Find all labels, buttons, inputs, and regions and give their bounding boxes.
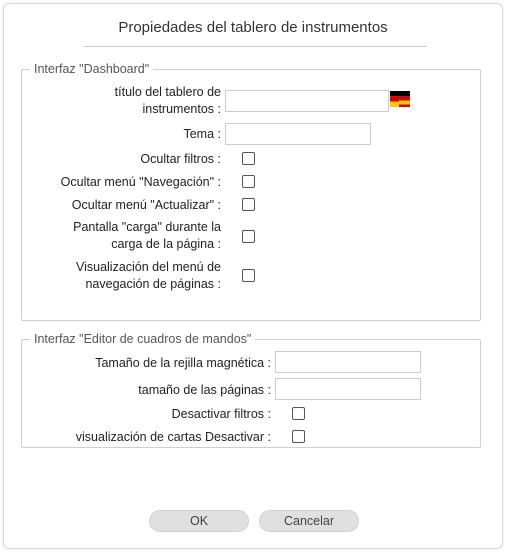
- language-flag-icon[interactable]: [390, 91, 410, 107]
- title-divider: [84, 46, 427, 47]
- page-navigation-menu-label: Visualización del menú de navegación de …: [75, 260, 221, 291]
- disable-filters-checkbox[interactable]: [292, 407, 305, 420]
- loading-screen-checkbox[interactable]: [242, 230, 255, 243]
- theme-input[interactable]: [225, 123, 371, 145]
- editor-interface-legend: Interfaz "Editor de cuadros de mandos": [34, 332, 252, 346]
- hide-filters-checkbox[interactable]: [242, 152, 255, 165]
- dashboard-title-label: título del tablero de instrumentos :: [114, 85, 221, 116]
- disable-charts-label: visualización de cartas Desactivar :: [75, 430, 271, 444]
- page-size-input[interactable]: [275, 378, 421, 400]
- hide-navigation-menu-checkbox[interactable]: [242, 175, 255, 188]
- hide-refresh-menu-checkbox[interactable]: [242, 198, 255, 211]
- hide-filters-label: Ocultar filtros :: [140, 152, 221, 166]
- theme-label: Tema :: [183, 127, 221, 141]
- disable-filters-label: Desactivar filtros :: [171, 407, 271, 421]
- hide-navigation-menu-label: Ocultar menú "Navegación" :: [60, 175, 221, 189]
- ok-button[interactable]: OK: [149, 510, 249, 532]
- cancel-button[interactable]: Cancelar: [259, 510, 359, 532]
- dashboard-interface-legend: Interfaz "Dashboard": [34, 62, 150, 76]
- disable-charts-checkbox[interactable]: [292, 430, 305, 443]
- page-navigation-menu-checkbox[interactable]: [242, 269, 255, 282]
- dialog-title: Propiedades del tablero de instrumentos: [118, 19, 388, 36]
- hide-refresh-menu-label: Ocultar menú "Actualizar" :: [71, 198, 221, 212]
- dashboard-title-input[interactable]: [225, 90, 389, 112]
- page-size-label: tamaño de las páginas :: [138, 383, 271, 397]
- loading-screen-label: Pantalla "carga" durante la carga de la …: [73, 220, 221, 251]
- magnetic-grid-size-input[interactable]: [275, 351, 421, 373]
- magnetic-grid-size-label: Tamaño de la rejilla magnética :: [95, 356, 271, 370]
